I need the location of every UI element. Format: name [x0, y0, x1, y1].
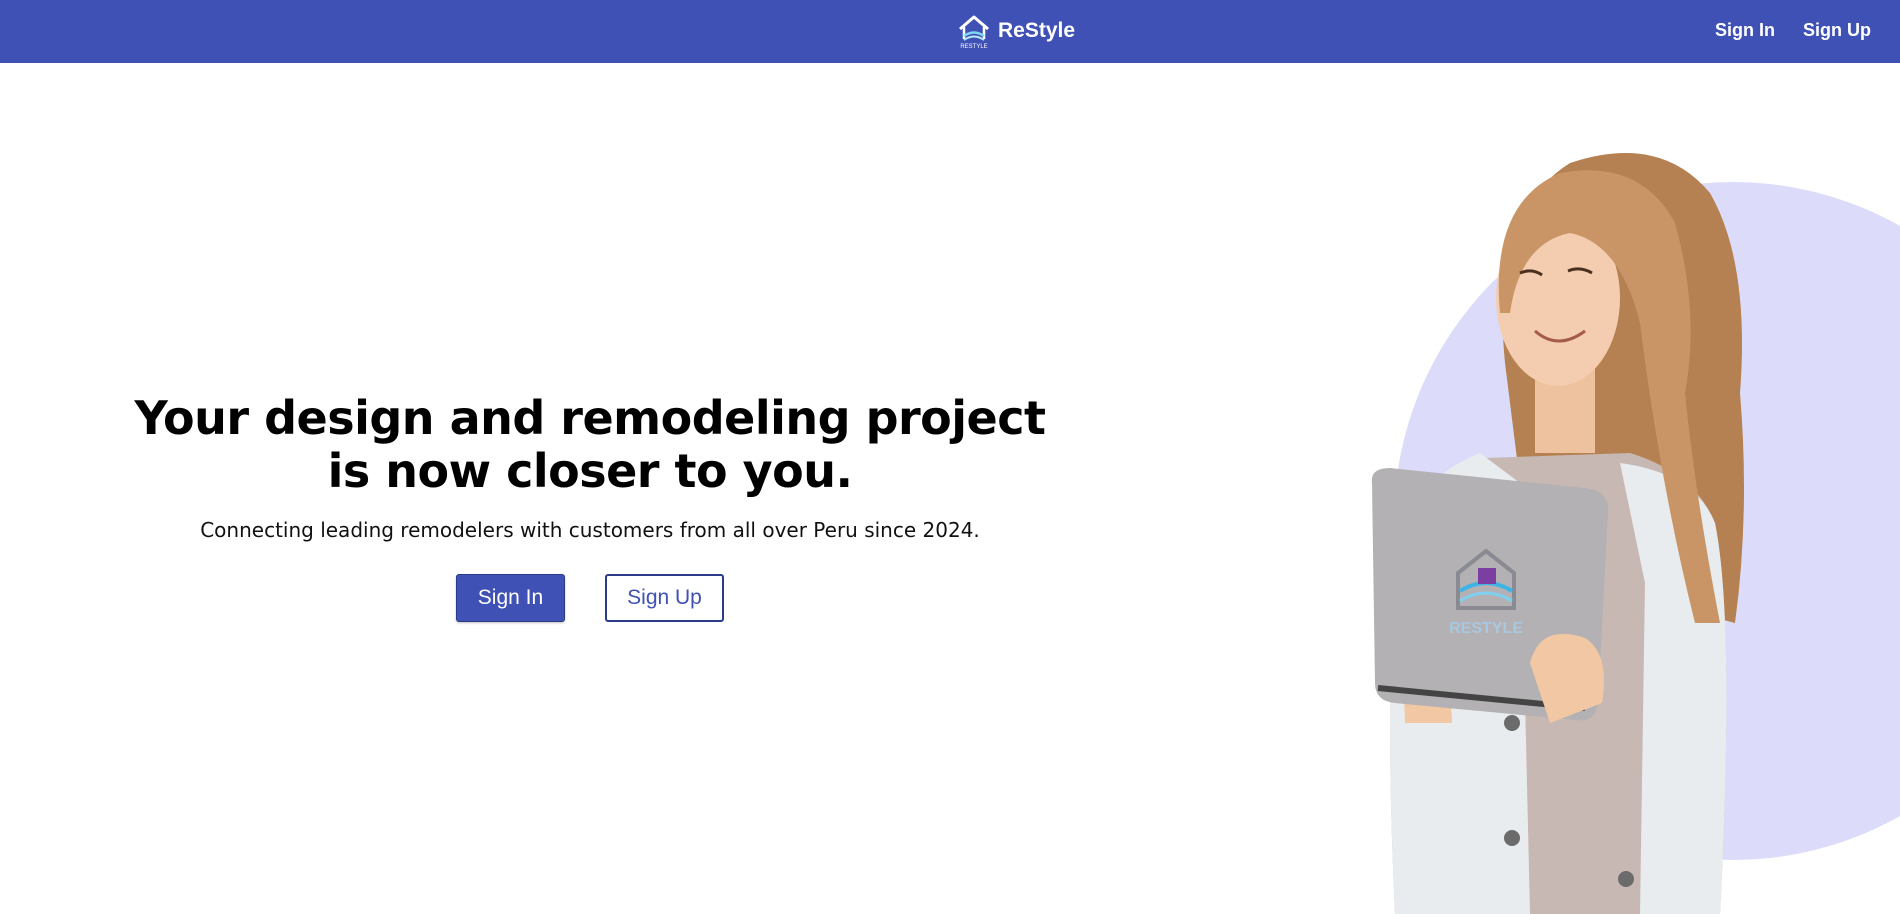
woman-with-tablet-image: RESTYLE: [1371, 153, 1744, 914]
logo-caption: RESTYLE: [960, 44, 987, 50]
hero-title: Your design and remodeling project is no…: [134, 391, 1046, 498]
brand-name: ReStyle: [998, 19, 1076, 42]
hero-illustration: RESTYLE: [1371, 153, 1900, 914]
top-navbar: RESTYLE ReStyle Sign In Sign Up: [0, 0, 1900, 63]
tablet-logo-text: RESTYLE: [1449, 620, 1523, 637]
nav-sign-in-link[interactable]: Sign In: [1715, 20, 1775, 41]
brand-home-link[interactable]: RESTYLE ReStyle: [956, 12, 1075, 50]
hero-sign-up-button[interactable]: Sign Up: [605, 574, 724, 622]
house-wave-logo-icon: RESTYLE: [959, 15, 989, 50]
nav-sign-up-link[interactable]: Sign Up: [1803, 20, 1871, 41]
hero-subtitle: Connecting leading remodelers with custo…: [200, 518, 980, 542]
hero-sign-in-button[interactable]: Sign In: [456, 574, 565, 622]
